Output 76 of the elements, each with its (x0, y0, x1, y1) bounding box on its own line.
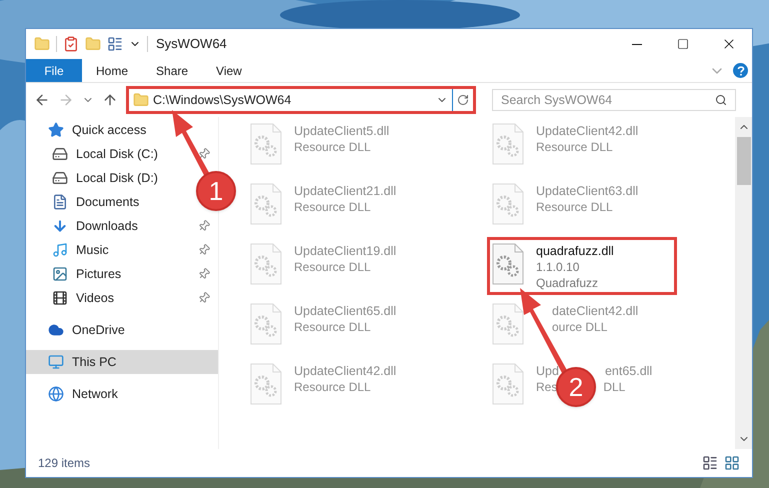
file-detail: Resource DLL (294, 199, 371, 215)
folder-icon (133, 92, 149, 108)
file-gear-icon (492, 123, 524, 165)
file-gear-icon (250, 123, 282, 165)
address-field[interactable]: C:\Windows\SysWOW64 (129, 89, 453, 111)
file-gear-icon (492, 303, 524, 345)
tiles-view-icon[interactable] (724, 455, 740, 471)
file-detail: Resource DLL (536, 199, 613, 215)
maximize-icon (677, 38, 689, 50)
item-count: 129 items (38, 455, 90, 472)
drive-icon (52, 170, 68, 186)
download-icon (52, 218, 68, 234)
file-detail: Resource DLL (294, 379, 371, 395)
file-name: UpdateClient63.dll (536, 183, 638, 199)
file-detail: Resource DLL (294, 319, 371, 335)
film-icon (52, 290, 68, 306)
search-field[interactable]: Search SysWOW64 (492, 89, 736, 111)
file-name: UpdateClient42.dll (294, 363, 396, 379)
sidebar-item[interactable]: OneDrive (26, 318, 133, 342)
file-detail: Resource DLL (294, 259, 371, 275)
file-name: quadrafuzz.dll (536, 243, 614, 259)
file-detail: Resource DLL (536, 139, 613, 155)
search-icon (715, 94, 727, 106)
ribbon-tab[interactable]: View (202, 59, 256, 82)
up-icon[interactable] (102, 92, 118, 108)
file-name: UpdateClient5.dll (294, 123, 390, 139)
refresh-icon (457, 94, 469, 106)
checklist-icon[interactable] (63, 36, 79, 52)
file-gear-icon (492, 243, 524, 285)
sidebar-item[interactable]: Downloads (26, 214, 218, 238)
scrollbar[interactable] (735, 117, 752, 449)
file-name: UpdateClient21.dll (294, 183, 396, 199)
properties-icon[interactable] (107, 36, 123, 52)
file-detail: DLL (603, 379, 626, 395)
file-gear-icon (492, 363, 524, 405)
file-detail: ource DLL (552, 319, 608, 335)
globe-icon (48, 386, 64, 402)
sidebar-item[interactable]: Quick access (26, 118, 154, 142)
highlighted-file-item[interactable]: quadrafuzz.dll 1.1.0.10 Quadrafuzz (487, 237, 677, 295)
image-icon (52, 266, 68, 282)
file-gear-icon (492, 183, 524, 225)
file-gear-icon (250, 303, 282, 345)
file-name: UpdateClient42.dll (536, 123, 638, 139)
file-name: dateClient42.dll (552, 303, 638, 319)
scrollbar-thumb[interactable] (736, 137, 750, 185)
file-detail: Resource DLL (294, 139, 371, 155)
document-icon (52, 194, 68, 210)
file-gear-icon (250, 363, 282, 405)
sidebar-item[interactable]: Network (26, 382, 126, 406)
monitor-icon (48, 354, 64, 370)
file-gear-icon (250, 243, 282, 285)
back-icon[interactable] (34, 92, 50, 108)
sidebar-item[interactable]: Videos (26, 286, 218, 310)
sidebar-item[interactable]: Pictures (26, 262, 218, 286)
file-gear-icon (250, 183, 282, 225)
ribbon-tab[interactable]: Share (142, 59, 202, 82)
help-icon[interactable] (733, 63, 748, 78)
sidebar-item[interactable]: Local Disk (D:) (26, 166, 166, 190)
file-detail: Quadrafuzz (536, 275, 598, 291)
ribbon-tab[interactable]: Home (82, 59, 142, 82)
sidebar-item[interactable]: This PC (26, 350, 218, 374)
file-name: UpdateClient19.dll (294, 243, 396, 259)
window-title: SysWOW64 (156, 35, 227, 54)
file-name: ent65.dll (604, 363, 652, 379)
details-view-icon[interactable] (702, 455, 718, 471)
star-icon (48, 122, 64, 138)
file-name: Upd (536, 363, 559, 379)
file-name: UpdateClient65.dll (294, 303, 396, 319)
sidebar-item[interactable]: Music (26, 238, 218, 262)
file-detail: 1.1.0.10 (536, 259, 580, 275)
drive-icon (52, 146, 68, 162)
sidebar-item[interactable]: Documents (26, 190, 148, 214)
sidebar-item[interactable]: Local Disk (C:) (26, 142, 218, 166)
cloud-icon (48, 322, 64, 338)
music-note-icon (52, 242, 68, 258)
file-tab[interactable]: File (26, 59, 82, 82)
